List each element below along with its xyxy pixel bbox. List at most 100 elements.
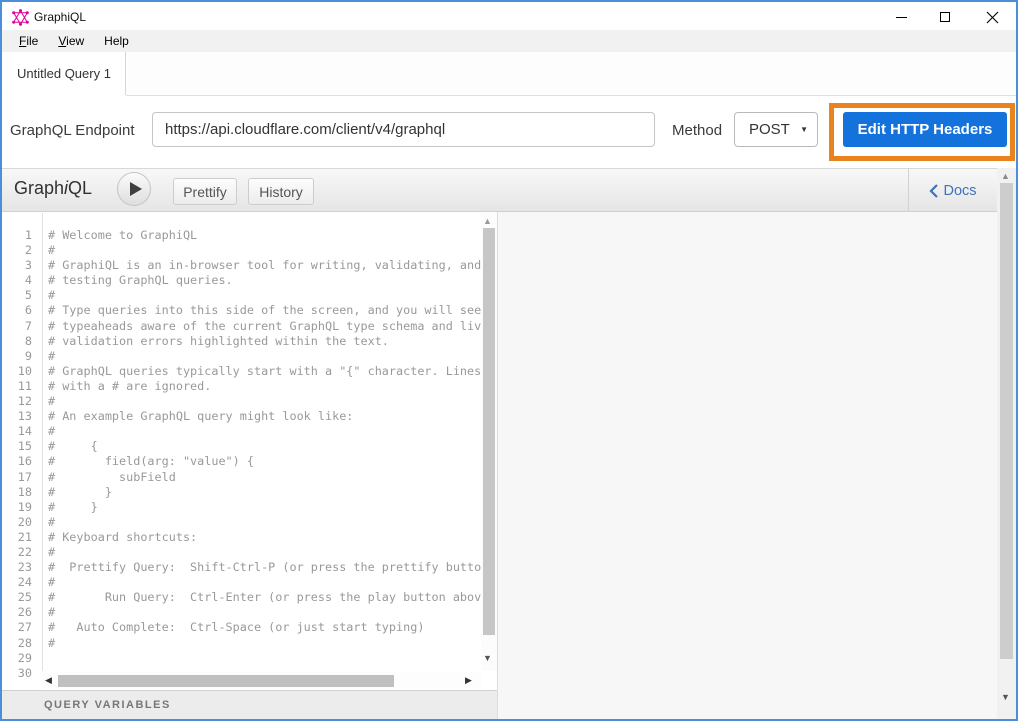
scroll-right-icon[interactable]: ▶ <box>465 675 472 686</box>
line-number: 17 <box>2 470 32 485</box>
code-line: # Keyboard shortcuts: <box>48 530 481 545</box>
code-line: # Prettify Query: Shift-Ctrl-P (or press… <box>48 560 481 575</box>
query-variables-title: QUERY VARIABLES <box>44 699 171 711</box>
prettify-button[interactable]: Prettify <box>173 178 237 205</box>
code-line <box>48 651 481 666</box>
execute-query-button[interactable] <box>117 172 151 206</box>
line-number: 30 <box>2 666 32 681</box>
code-line: # <box>48 424 481 439</box>
line-number: 25 <box>2 590 32 605</box>
close-icon <box>986 11 999 24</box>
window-border-top <box>0 0 1018 2</box>
code-line: # <box>48 515 481 530</box>
editor-vscrollbar-thumb[interactable] <box>483 228 495 635</box>
line-number: 23 <box>2 560 32 575</box>
scroll-down-icon[interactable]: ▼ <box>483 653 492 663</box>
scroll-left-icon[interactable]: ◀ <box>45 675 52 686</box>
code-line: # <box>48 394 481 409</box>
edit-http-headers-button[interactable]: Edit HTTP Headers <box>843 112 1007 147</box>
menu-item-view[interactable]: View <box>49 32 93 50</box>
line-number: 18 <box>2 485 32 500</box>
play-icon <box>130 182 142 196</box>
line-number: 4 <box>2 273 32 288</box>
code-line: # } <box>48 485 481 500</box>
line-number: 5 <box>2 288 32 303</box>
endpoint-label: GraphQL Endpoint <box>10 122 135 139</box>
maximize-icon <box>940 12 950 22</box>
code-line: # <box>48 545 481 560</box>
line-number: 10 <box>2 364 32 379</box>
result-pane <box>498 212 997 719</box>
line-number: 20 <box>2 515 32 530</box>
history-button[interactable]: History <box>248 178 314 205</box>
editor-code[interactable]: # Welcome to GraphiQL## GraphiQL is an i… <box>48 228 481 672</box>
code-line: # field(arg: "value") { <box>48 454 481 469</box>
code-line: # GraphQL queries typically start with a… <box>48 364 481 379</box>
line-number: 15 <box>2 439 32 454</box>
logo-part3: QL <box>68 178 92 198</box>
code-line: # <box>48 288 481 303</box>
chevron-left-icon <box>929 184 938 198</box>
endpoint-input[interactable] <box>152 112 655 147</box>
code-line: # typeaheads aware of the current GraphQ… <box>48 319 481 334</box>
line-number: 6 <box>2 303 32 318</box>
tab-strip <box>2 52 1016 96</box>
code-line: # subField <box>48 470 481 485</box>
method-select[interactable]: POST ▼ <box>734 112 818 147</box>
logo-part1: Graph <box>14 178 64 198</box>
code-line: # <box>48 575 481 590</box>
line-number: 2 <box>2 243 32 258</box>
editor-hscrollbar-thumb[interactable] <box>58 675 394 687</box>
line-number: 11 <box>2 379 32 394</box>
method-value: POST <box>749 121 790 138</box>
docs-toggle[interactable]: Docs <box>908 169 997 212</box>
line-number: 22 <box>2 545 32 560</box>
line-number: 19 <box>2 500 32 515</box>
line-number: 8 <box>2 334 32 349</box>
window-title: GraphiQL <box>34 10 86 24</box>
line-number: 9 <box>2 349 32 364</box>
title-bar[interactable]: GraphiQL <box>2 2 1016 30</box>
code-line: # <box>48 605 481 620</box>
window-vscrollbar-thumb[interactable] <box>1000 183 1013 659</box>
line-number: 21 <box>2 530 32 545</box>
code-line: # { <box>48 439 481 454</box>
tab-untitled-query-1[interactable]: Untitled Query 1 <box>2 52 126 95</box>
minimize-button[interactable] <box>886 5 916 29</box>
code-line: # Run Query: Ctrl-Enter (or press the pl… <box>48 590 481 605</box>
scroll-up-icon[interactable]: ▲ <box>483 216 492 226</box>
menu-item-file[interactable]: File <box>10 32 47 50</box>
code-line: # An example GraphQL query might look li… <box>48 409 481 424</box>
maximize-button[interactable] <box>930 5 960 29</box>
line-number: 3 <box>2 258 32 273</box>
code-line: # <box>48 349 481 364</box>
app-window: GraphiQL FileViewHelp Untitled Query 1 G… <box>0 0 1018 721</box>
line-number: 1 <box>2 228 32 243</box>
query-variables-bar[interactable]: QUERY VARIABLES <box>2 690 497 719</box>
close-button[interactable] <box>977 5 1007 29</box>
menu-bar: FileViewHelp <box>2 30 1016 52</box>
graphiql-logo: GraphiQL <box>14 178 92 199</box>
line-number: 12 <box>2 394 32 409</box>
line-number: 26 <box>2 605 32 620</box>
line-number: 28 <box>2 636 32 651</box>
window-scroll-up-icon[interactable]: ▲ <box>1001 171 1010 181</box>
dropdown-arrow-icon: ▼ <box>800 125 808 134</box>
code-line: # <box>48 636 481 651</box>
window-scroll-down-icon[interactable]: ▼ <box>1001 692 1010 702</box>
line-number: 29 <box>2 651 32 666</box>
method-label: Method <box>672 122 722 139</box>
gutter-divider <box>42 213 43 671</box>
code-line: # Auto Complete: Ctrl-Space (or just sta… <box>48 620 481 635</box>
line-number: 13 <box>2 409 32 424</box>
line-number: 16 <box>2 454 32 469</box>
minimize-icon <box>896 17 907 18</box>
docs-label: Docs <box>943 183 976 199</box>
code-line: # <box>48 243 481 258</box>
code-line: # Type queries into this side of the scr… <box>48 303 481 318</box>
line-number: 7 <box>2 319 32 334</box>
menu-item-help[interactable]: Help <box>95 32 138 50</box>
code-line: # } <box>48 500 481 515</box>
graphql-logo-icon <box>12 9 29 26</box>
code-line: # with a # are ignored. <box>48 379 481 394</box>
